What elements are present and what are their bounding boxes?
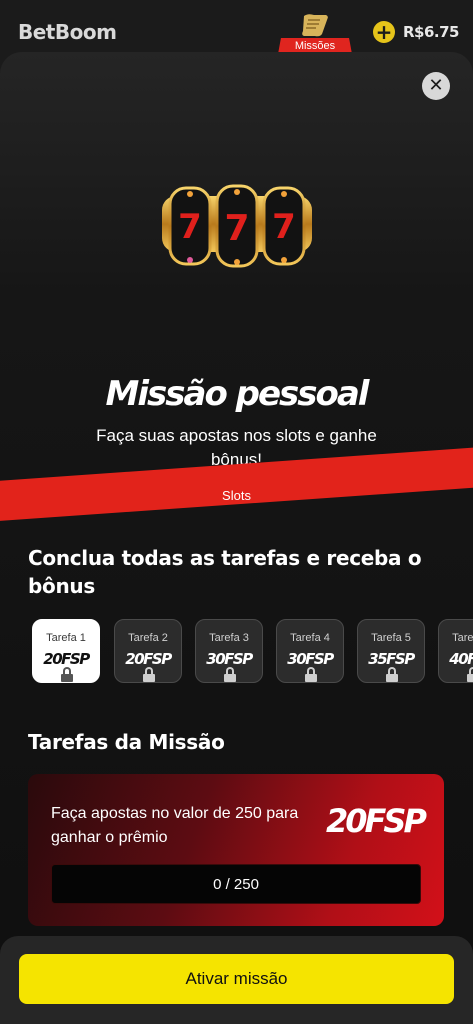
task-card-1[interactable]: Tarefa 1 20FSP [32,619,100,683]
task-label: Tarefa 3 [209,632,249,644]
task-label: Tarefa 2 [128,632,168,644]
lock-icon [305,667,317,682]
bottom-bar: Ativar missão [0,936,473,1024]
task-reward: 20FSP [125,650,172,668]
missions-scroll-icon [302,14,328,37]
mission-task-card: Faça apostas no valor de 250 para ganhar… [28,774,444,926]
task-reward: 20FSP [43,650,90,668]
mission-task-reward: 20FSP [326,802,427,840]
task-card-4[interactable]: Tarefa 4 30FSP [276,619,344,683]
slot-machine-icon: 7 7 7 [162,184,312,268]
task-label: Tarefa 6 [452,632,473,644]
task-label: Tarefa 5 [371,632,411,644]
mission-progress-bar: 0 / 250 [51,864,421,904]
svg-text:7: 7 [178,207,202,247]
tasks-heading: Conclua todas as tarefas e receba o bônu… [28,546,422,598]
balance[interactable]: + R$6.75 [373,20,460,44]
task-card-3[interactable]: Tarefa 3 30FSP [195,619,263,683]
lock-icon [386,667,398,682]
progress-text: 0 / 250 [213,876,259,893]
task-card-5[interactable]: Tarefa 5 35FSP [357,619,425,683]
mission-tasks-heading: Tarefas da Missão [28,730,225,754]
lock-icon [224,667,236,682]
category-label: Slots [222,488,251,503]
task-card-2[interactable]: Tarefa 2 20FSP [114,619,182,683]
balance-amount: R$6.75 [403,23,460,41]
activate-mission-button[interactable]: Ativar missão [19,954,454,1004]
lock-icon [143,667,155,682]
svg-text:7: 7 [224,208,249,249]
top-bar: BetBoom Missões + R$6.75 [0,0,473,60]
mission-sheet: ✕ 7 7 7 Missão pessoal Faça suas apostas… [0,52,473,1024]
task-card-6[interactable]: Tarefa 6 40FSP [438,619,473,683]
logo[interactable]: BetBoom [18,20,117,44]
task-reward: 30FSP [287,650,334,668]
task-label: Tarefa 1 [46,632,86,644]
mission-title: Missão pessoal [105,374,370,414]
task-carousel[interactable]: Tarefa 1 20FSP Tarefa 2 20FSP Tarefa 3 3… [32,619,473,685]
mission-task-description: Faça apostas no valor de 250 para ganhar… [51,805,299,846]
task-label: Tarefa 4 [290,632,330,644]
task-reward: 40FSP [449,650,473,668]
svg-text:7: 7 [272,207,296,247]
lock-icon [467,667,473,682]
plus-coin-icon[interactable]: + [373,21,395,43]
task-reward: 35FSP [368,650,415,668]
task-reward: 30FSP [206,650,253,668]
close-icon[interactable]: ✕ [422,72,450,100]
lock-icon [61,667,73,682]
missions-button[interactable]: Missões [278,12,352,54]
